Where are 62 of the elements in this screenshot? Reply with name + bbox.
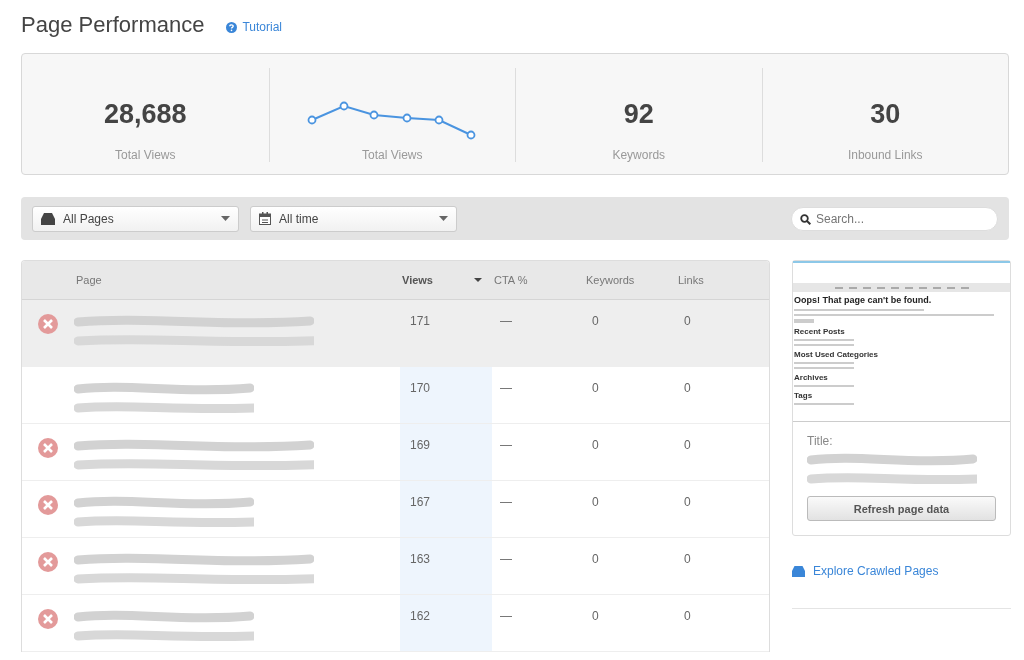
stat-value: 30	[870, 99, 901, 130]
table-row[interactable]: 162 — 0 0	[22, 595, 769, 652]
cta-cell: —	[500, 381, 512, 395]
table-row[interactable]: 171 — 0 0	[22, 300, 769, 367]
cta-cell: —	[500, 438, 512, 452]
screenshot-section: Archives	[794, 373, 1009, 382]
help-icon	[226, 21, 238, 33]
views-cell: 169	[410, 438, 431, 452]
links-cell: 0	[684, 552, 691, 566]
views-cell: 171	[410, 314, 431, 328]
page-title: Page Performance	[21, 12, 205, 38]
views-cell: 170	[410, 381, 431, 395]
links-cell: 0	[684, 438, 691, 452]
column-header[interactable]: Views	[400, 274, 492, 286]
links-cell: 0	[684, 495, 691, 509]
search-field[interactable]: Search...	[791, 206, 998, 231]
table-row[interactable]: 167 — 0 0	[22, 481, 769, 538]
title-label: Title:	[807, 434, 834, 448]
keywords-cell: 0	[592, 314, 599, 328]
screenshot-section: Recent Posts	[794, 327, 1009, 336]
refresh-button[interactable]: Refresh page data	[807, 496, 996, 521]
stat-label: Total Views	[115, 148, 176, 162]
column-header[interactable]: Keywords	[584, 274, 676, 286]
cta-cell: —	[500, 552, 512, 566]
time-dropdown[interactable]: All time	[250, 205, 457, 232]
screenshot-heading: Oops! That page can't be found.	[794, 295, 933, 305]
cta-cell: —	[500, 495, 512, 509]
inbox-icon	[41, 212, 55, 225]
stat-label: Inbound Links	[847, 148, 923, 162]
explore-link[interactable]: Explore Crawled Pages	[792, 564, 1011, 578]
calendar-icon	[259, 212, 271, 225]
links-cell: 0	[684, 314, 691, 328]
stat-value: 28,688	[103, 99, 187, 130]
tutorial-link[interactable]: Tutorial	[226, 20, 282, 34]
pages-dropdown[interactable]: All Pages	[32, 205, 239, 232]
caret-icon	[221, 216, 230, 221]
keywords-cell: 0	[592, 609, 599, 623]
inbox-icon	[792, 565, 805, 577]
table-row[interactable]: 170 — 0 0	[22, 367, 769, 424]
screenshot-section: Tags	[794, 391, 1009, 400]
views-cell: 162	[410, 609, 431, 623]
column-header[interactable]: Page	[74, 274, 400, 286]
table-row[interactable]: 169 — 0 0	[22, 424, 769, 481]
keywords-cell: 0	[592, 552, 599, 566]
links-cell: 0	[684, 609, 691, 623]
stat-label: Total Views	[362, 148, 423, 162]
keywords-cell: 0	[592, 495, 599, 509]
screenshot-section: Most Used Categories	[794, 350, 1009, 359]
links-cell: 0	[684, 381, 691, 395]
views-cell: 167	[410, 495, 431, 509]
caret-icon	[439, 216, 448, 221]
views-cell: 163	[410, 552, 431, 566]
stat-value: 92	[623, 99, 654, 130]
table-row[interactable]: 163 — 0 0	[22, 538, 769, 595]
keywords-cell: 0	[592, 381, 599, 395]
sort-caret-icon	[474, 278, 482, 282]
column-header[interactable]: Links	[676, 274, 769, 286]
keywords-cell: 0	[592, 438, 599, 452]
cta-cell: —	[500, 314, 512, 328]
column-header[interactable]: CTA %	[492, 274, 584, 286]
stat-label: Keywords	[612, 148, 666, 162]
cta-cell: —	[500, 609, 512, 623]
